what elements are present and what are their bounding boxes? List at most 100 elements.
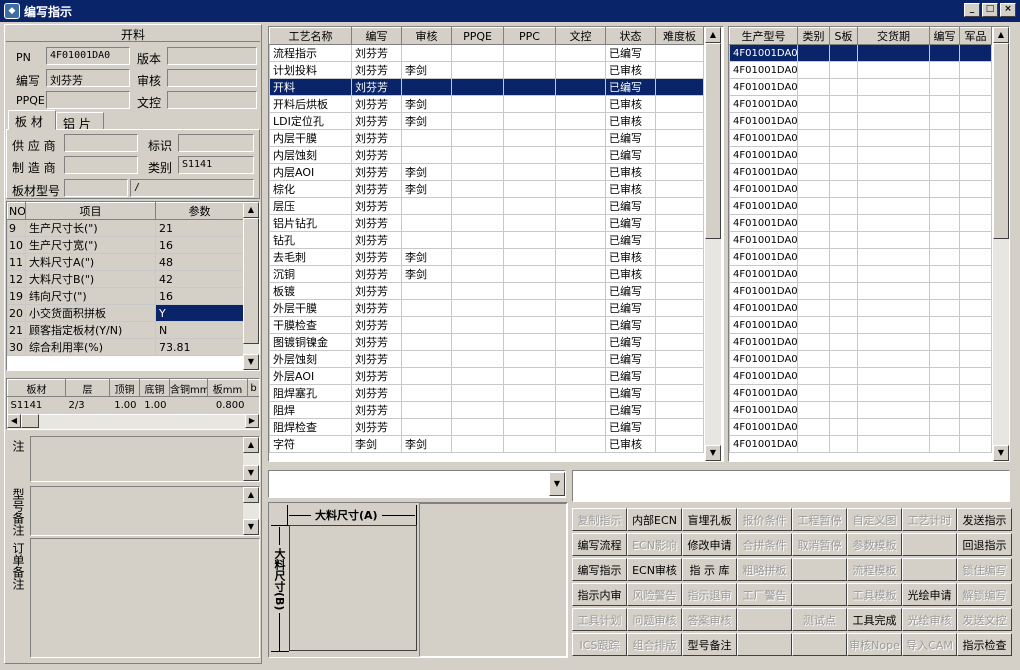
param-row[interactable]: 21 顾客指定板材(Y/N) N (7, 321, 244, 339)
cmd-button-5-5[interactable]: 审核Nope (847, 633, 902, 656)
process-row[interactable]: 干膜检查 刘芬芳 已编写 (269, 316, 704, 334)
maker-field[interactable] (64, 156, 138, 174)
ppqe-field[interactable] (46, 91, 130, 109)
model-row[interactable]: 4F01001DA0 (729, 265, 992, 283)
process-scrollbar[interactable]: ▲ ▼ (705, 27, 721, 461)
review-field[interactable] (167, 69, 257, 87)
cmd-button-2-2[interactable]: 指 示 库 (682, 558, 737, 581)
param-header-value[interactable]: 参数 (155, 202, 244, 220)
cmd-button-5-7[interactable]: 指示检查 (957, 633, 1012, 656)
model-row[interactable]: 4F01001DA0 (729, 299, 992, 317)
model-row[interactable]: 4F01001DA0 (729, 95, 992, 113)
cmd-button-4-1[interactable]: 问题审核 (627, 608, 682, 631)
param-value[interactable]: 73.81 (155, 338, 244, 356)
version-field[interactable] (167, 47, 257, 65)
model-field[interactable] (64, 179, 128, 197)
cmd-button-1-2[interactable]: 修改申请 (682, 533, 737, 556)
blank-button[interactable] (792, 583, 847, 606)
board-header[interactable]: b (247, 379, 259, 397)
order-note-box[interactable] (30, 538, 260, 658)
cmd-button-1-1[interactable]: ECN影响 (627, 533, 682, 556)
cmd-button-0-6[interactable]: 工艺计时 (902, 508, 957, 531)
mark-field[interactable] (178, 134, 254, 152)
supplier-field[interactable] (64, 134, 138, 152)
scroll-up-icon[interactable]: ▲ (705, 27, 721, 43)
scroll-down-icon[interactable]: ▼ (243, 354, 259, 370)
cmd-button-3-6[interactable]: 光绘申请 (902, 583, 957, 606)
blank-button[interactable] (792, 633, 847, 656)
model-row[interactable]: 4F01001DA0 (729, 401, 992, 419)
minimize-button[interactable]: _ (964, 3, 980, 17)
cmd-button-0-5[interactable]: 自定义图 (847, 508, 902, 531)
process-row[interactable]: 铝片钻孔 刘芬芳 已编写 (269, 214, 704, 232)
model-field-2[interactable]: / (130, 179, 254, 197)
model-row[interactable]: 4F01001DA0 (729, 248, 992, 266)
param-row[interactable]: 20 小交货面积拼板 Y (7, 304, 244, 322)
blank-button[interactable] (737, 633, 792, 656)
process-row[interactable]: 板镀 刘芬芳 已编写 (269, 282, 704, 300)
param-row[interactable]: 12 大料尺寸B(") 42 (7, 270, 244, 288)
model-row[interactable]: 4F01001DA0 (729, 180, 992, 198)
model-row[interactable]: 4F01001DA0 (729, 384, 992, 402)
process-header[interactable]: PPQE (451, 27, 504, 45)
process-row[interactable]: 内层AOI 刘芬芳 李剑 已审核 (269, 163, 704, 181)
model-row[interactable]: 4F01001DA0 (729, 282, 992, 300)
blank-button[interactable] (792, 558, 847, 581)
process-header[interactable]: 文控 (555, 27, 606, 45)
process-row[interactable]: 外层干膜 刘芬芳 已编写 (269, 299, 704, 317)
cmd-button-3-7[interactable]: 解锁编写 (957, 583, 1012, 606)
model-header[interactable]: 交货期 (857, 27, 930, 45)
process-row[interactable]: 图镀铜镍金 刘芬芳 已编写 (269, 333, 704, 351)
cmd-button-3-5[interactable]: 工具模板 (847, 583, 902, 606)
model-row[interactable]: 4F01001DA0 (729, 350, 992, 368)
cmd-button-4-5[interactable]: 工具完成 (847, 608, 902, 631)
model-row[interactable]: 4F01001DA0 (729, 418, 992, 436)
model-row[interactable]: 4F01001DA0 (729, 214, 992, 232)
model-row[interactable]: 4F01001DA0 (729, 197, 992, 215)
model-header[interactable]: S板 (829, 27, 858, 45)
model-header[interactable]: 生产型号 (729, 27, 798, 45)
cmd-button-4-0[interactable]: 工具计划 (572, 608, 627, 631)
model-row[interactable]: 4F01001DA0 (729, 112, 992, 130)
cmd-button-1-3[interactable]: 合拼条件 (737, 533, 792, 556)
scroll-right-icon[interactable]: ▶ (245, 414, 259, 428)
params-scrollbar[interactable]: ▲ ▼ (243, 202, 259, 370)
process-row[interactable]: 阻焊检查 刘芬芳 已编写 (269, 418, 704, 436)
process-row[interactable]: 开料 刘芬芳 已编写 (269, 78, 704, 96)
model-row[interactable]: 4F01001DA0 (729, 146, 992, 164)
model-row[interactable]: 4F01001DA0 (729, 367, 992, 385)
process-header[interactable]: PPC (503, 27, 556, 45)
model-row[interactable]: 4F01001DA0 (729, 61, 992, 79)
board-header[interactable]: 层 (65, 379, 110, 397)
cmd-button-1-7[interactable]: 回退指示 (957, 533, 1012, 556)
param-value[interactable]: 48 (155, 253, 244, 271)
model-row[interactable]: 4F01001DA0 (729, 333, 992, 351)
cmd-button-4-2[interactable]: 答案审核 (682, 608, 737, 631)
cmd-button-2-1[interactable]: ECN审核 (627, 558, 682, 581)
process-row[interactable]: 阻焊 刘芬芳 已编写 (269, 401, 704, 419)
param-value[interactable]: 16 (155, 236, 244, 254)
cmd-button-2-5[interactable]: 流程模板 (847, 558, 902, 581)
model-row[interactable]: 4F01001DA0 (729, 231, 992, 249)
param-value[interactable]: 16 (155, 287, 244, 305)
cmd-button-0-7[interactable]: 发送指示 (957, 508, 1012, 531)
pn-field[interactable]: 4F01001DA0 (46, 47, 130, 65)
scroll-down-icon[interactable]: ▼ (993, 445, 1009, 461)
process-row[interactable]: 内层干膜 刘芬芳 已编写 (269, 129, 704, 147)
close-button[interactable]: × (1000, 3, 1016, 17)
process-row[interactable]: 计划投料 刘芬芳 李剑 已审核 (269, 61, 704, 79)
process-row[interactable]: 外层蚀刻 刘芬芳 已编写 (269, 350, 704, 368)
param-value[interactable]: N (155, 321, 244, 339)
board-header[interactable]: 底铜 (139, 379, 170, 397)
cmd-button-5-0[interactable]: ICS跟踪 (572, 633, 627, 656)
cmd-button-5-1[interactable]: 组合排版 (627, 633, 682, 656)
process-row[interactable]: 字符 李剑 李剑 已审核 (269, 435, 704, 453)
process-header[interactable]: 状态 (605, 27, 656, 45)
process-row[interactable]: 层压 刘芬芳 已编写 (269, 197, 704, 215)
scroll-up-icon[interactable]: ▲ (243, 487, 259, 503)
author-field[interactable]: 刘芬芳 (46, 69, 130, 87)
cmd-button-0-4[interactable]: 工程暂停 (792, 508, 847, 531)
param-value[interactable]: 21 (155, 219, 244, 237)
board-header[interactable]: 板mm (207, 379, 248, 397)
process-header[interactable]: 难度板 (655, 27, 704, 45)
